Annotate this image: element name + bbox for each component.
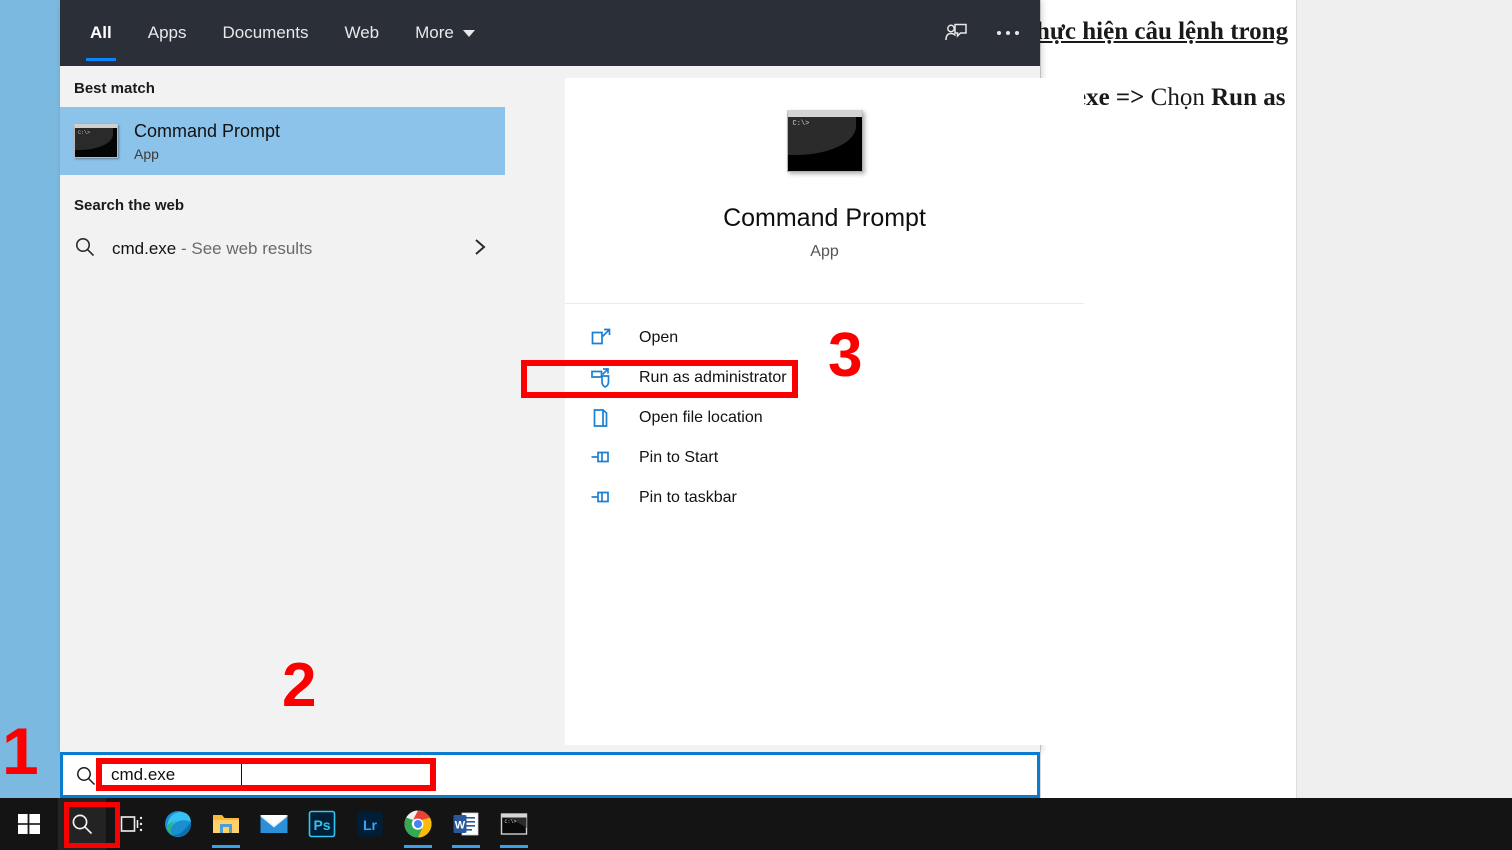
action-run-as-administrator-label: Run as administrator <box>639 369 787 387</box>
action-run-as-administrator[interactable]: Run as administrator <box>565 358 1084 398</box>
search-flyout: All Apps Documents Web More <box>60 0 1040 752</box>
word-button[interactable]: W <box>442 798 490 850</box>
feedback-person-icon <box>943 20 969 46</box>
web-result-text: cmd.exe - See web results <box>112 239 312 259</box>
edge-icon <box>163 809 193 839</box>
chrome-button[interactable] <box>394 798 442 850</box>
preview-header: C:\> Command Prompt App <box>565 78 1084 304</box>
pin-icon <box>589 446 629 470</box>
result-text-block: Command Prompt App <box>134 120 280 162</box>
action-open[interactable]: Open <box>565 318 1084 358</box>
start-button[interactable] <box>0 798 58 850</box>
action-open-label: Open <box>639 329 678 347</box>
command-prompt-icon: C:\> <box>787 110 863 172</box>
tab-all-label: All <box>90 23 112 43</box>
desktop-background <box>0 0 60 808</box>
svg-text:C:\>: C:\> <box>505 819 517 825</box>
lightroom-button[interactable]: Lr <box>346 798 394 850</box>
search-input[interactable] <box>109 763 439 787</box>
tab-more-label: More <box>415 23 454 43</box>
web-result-query: cmd.exe <box>112 239 176 258</box>
search-icon <box>74 236 104 263</box>
pin-icon <box>589 486 629 510</box>
search-icon <box>70 812 95 837</box>
more-options-button[interactable] <box>982 10 1034 56</box>
action-open-file-location-label: Open file location <box>639 409 763 427</box>
photoshop-icon: Ps <box>308 810 336 838</box>
svg-text:Ps: Ps <box>313 817 330 833</box>
mail-icon <box>259 812 289 836</box>
tab-apps[interactable]: Apps <box>130 0 205 66</box>
windows-logo-icon <box>17 812 41 836</box>
preview-panel: C:\> Command Prompt App Open <box>565 78 1084 745</box>
command-prompt-button[interactable]: C:\> <box>490 798 538 850</box>
action-pin-to-taskbar-label: Pin to taskbar <box>639 489 737 507</box>
command-prompt-icon: C:\> <box>500 812 528 836</box>
folder-open-icon <box>589 406 629 430</box>
chevron-down-icon <box>463 30 475 37</box>
edge-button[interactable] <box>154 798 202 850</box>
preview-thumb-text: C:\> <box>793 120 810 128</box>
annotation-step-2: 2 <box>282 655 316 717</box>
folder-icon <box>211 811 241 837</box>
action-pin-to-start-label: Pin to Start <box>639 449 718 467</box>
taskbar: Ps Lr <box>0 798 1512 850</box>
svg-text:Lr: Lr <box>363 817 378 833</box>
tab-web[interactable]: Web <box>326 0 397 66</box>
action-pin-to-taskbar[interactable]: Pin to taskbar <box>565 478 1084 518</box>
file-explorer-button[interactable] <box>202 798 250 850</box>
web-result-suffix: - See web results <box>176 239 312 258</box>
shield-admin-icon <box>589 366 629 390</box>
document-heading-text: hực hiện câu lệnh trong <box>1036 18 1288 46</box>
tab-apps-label: Apps <box>148 23 187 43</box>
result-web-search[interactable]: cmd.exe - See web results <box>60 224 505 274</box>
tab-documents[interactable]: Documents <box>204 0 326 66</box>
task-view-button[interactable] <box>106 798 154 850</box>
search-header: All Apps Documents Web More <box>60 0 1040 66</box>
open-window-icon <box>589 326 629 350</box>
chevron-right-icon <box>473 237 487 262</box>
tab-web-label: Web <box>344 23 379 43</box>
document-text-bold-2: Run as <box>1211 84 1285 111</box>
word-icon: W <box>452 810 480 838</box>
result-command-prompt[interactable]: C:\> Command Prompt App <box>60 107 505 175</box>
preview-app-type: App <box>810 243 838 261</box>
preview-app-name: Command Prompt <box>723 204 926 233</box>
text-cursor <box>241 764 242 787</box>
tab-documents-label: Documents <box>222 23 308 43</box>
tab-all[interactable]: All <box>72 0 130 66</box>
result-subtitle: App <box>134 146 280 162</box>
svg-text:W: W <box>455 820 466 832</box>
search-header-actions <box>930 0 1040 66</box>
annotation-step-3: 3 <box>828 325 862 387</box>
tab-more[interactable]: More <box>397 0 493 66</box>
document-text-normal: Chọn <box>1151 84 1211 111</box>
mail-button[interactable] <box>250 798 298 850</box>
command-prompt-icon: C:\> <box>74 124 118 158</box>
annotation-step-1: 1 <box>2 718 39 784</box>
search-tabs: All Apps Documents Web More <box>72 0 493 66</box>
search-the-web-heading: Search the web <box>60 175 505 224</box>
search-bar[interactable] <box>60 752 1040 798</box>
photoshop-button[interactable]: Ps <box>298 798 346 850</box>
action-pin-to-start[interactable]: Pin to Start <box>565 438 1084 478</box>
search-icon <box>75 765 97 792</box>
best-match-heading: Best match <box>60 66 505 107</box>
screen-root: hực hiện câu lệnh trong md.exe => Chọn R… <box>0 0 1512 850</box>
results-column: Best match C:\> Command Prompt App Searc… <box>60 66 505 752</box>
feedback-button[interactable] <box>930 10 982 56</box>
background-document-gutter <box>1296 0 1512 798</box>
chrome-icon <box>403 809 433 839</box>
task-view-icon <box>117 812 143 836</box>
result-title: Command Prompt <box>134 120 280 142</box>
action-open-file-location[interactable]: Open file location <box>565 398 1084 438</box>
ellipsis-icon <box>997 31 1019 35</box>
preview-actions-list: Open Run as administrator <box>565 304 1084 518</box>
lightroom-icon: Lr <box>356 810 384 838</box>
search-button[interactable] <box>58 798 106 850</box>
command-prompt-thumb-text: C:\> <box>78 130 90 136</box>
